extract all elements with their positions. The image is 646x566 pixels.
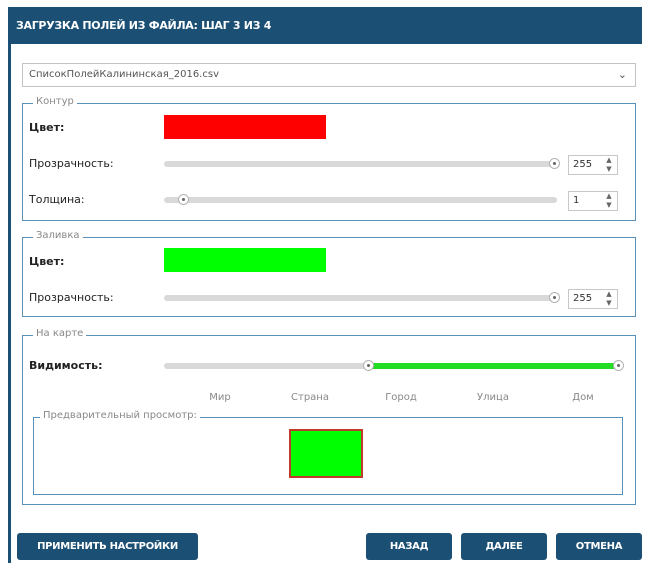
fill-color-label: Цвет: [29,255,65,268]
apply-settings-button[interactable]: ПРИМЕНИТЬ НАСТРОЙКИ [17,533,198,560]
preview-swatch [289,429,363,478]
map-group: На карте Видимость: Мир Страна Город Ули… [22,328,636,505]
field-import-dialog: ЗАГРУЗКА ПОЛЕЙ ИЗ ФАЙЛА: ШАГ 3 ИЗ 4 Спис… [8,7,642,563]
tick-label: Мир [209,392,231,403]
outline-opacity-value: 255 [573,159,593,170]
fill-opacity-slider[interactable] [164,295,557,301]
outline-thickness-slider[interactable] [164,197,557,203]
outline-color-swatch[interactable] [164,115,326,139]
preview-legend: Предварительный просмотр: [40,410,200,421]
fill-group: Заливка Цвет: Прозрачность: 255 ▲ ▼ [22,230,636,317]
cancel-button[interactable]: ОТМЕНА [556,533,642,560]
preview-box: Предварительный просмотр: [33,410,623,495]
fill-opacity-spinner[interactable]: 255 ▲ ▼ [568,289,618,309]
visibility-label: Видимость: [29,359,103,372]
outline-opacity-thumb[interactable] [549,158,560,169]
dialog-title: ЗАГРУЗКА ПОЛЕЙ ИЗ ФАЙЛА: ШАГ 3 ИЗ 4 [11,7,642,44]
visibility-range-max-thumb[interactable] [613,360,624,371]
outline-thickness-value: 1 [573,195,580,206]
map-legend: На карте [33,328,87,339]
visibility-range-fill [369,363,619,369]
outline-opacity-slider[interactable] [164,161,557,167]
fill-opacity-value: 255 [573,293,593,304]
outline-opacity-spinner[interactable]: 255 ▲ ▼ [568,155,618,175]
spinner-arrows-icon[interactable]: ▲ ▼ [603,192,615,210]
outline-legend: Контур [33,96,77,107]
next-button[interactable]: ДАЛЕЕ [461,533,547,560]
outline-group: Контур Цвет: Прозрачность: 255 ▲ ▼ Толщин… [22,96,636,221]
outline-thickness-spinner[interactable]: 1 ▲ ▼ [568,191,618,211]
fill-opacity-thumb[interactable] [549,292,560,303]
spinner-arrows-icon[interactable]: ▲ ▼ [603,290,615,308]
outline-color-label: Цвет: [29,121,65,134]
back-button[interactable]: НАЗАД [366,533,452,560]
tick-label: Город [385,392,417,403]
outline-opacity-label: Прозрачность: [29,157,114,170]
outline-thickness-label: Толщина: [29,193,85,206]
file-select-value: СписокПолейКалининская_2016.csv [29,69,219,80]
fill-opacity-label: Прозрачность: [29,291,114,304]
spinner-arrows-icon[interactable]: ▲ ▼ [603,156,615,174]
fill-color-swatch[interactable] [164,248,326,272]
chevron-down-icon[interactable]: ⌄ [618,64,627,86]
file-select[interactable]: СписокПолейКалининская_2016.csv ⌄ [22,63,636,87]
tick-label: Страна [291,392,329,403]
tick-label: Дом [572,392,594,403]
outline-thickness-thumb[interactable] [178,194,189,205]
fill-legend: Заливка [33,230,83,241]
visibility-range-min-thumb[interactable] [363,360,374,371]
tick-label: Улица [477,392,509,403]
